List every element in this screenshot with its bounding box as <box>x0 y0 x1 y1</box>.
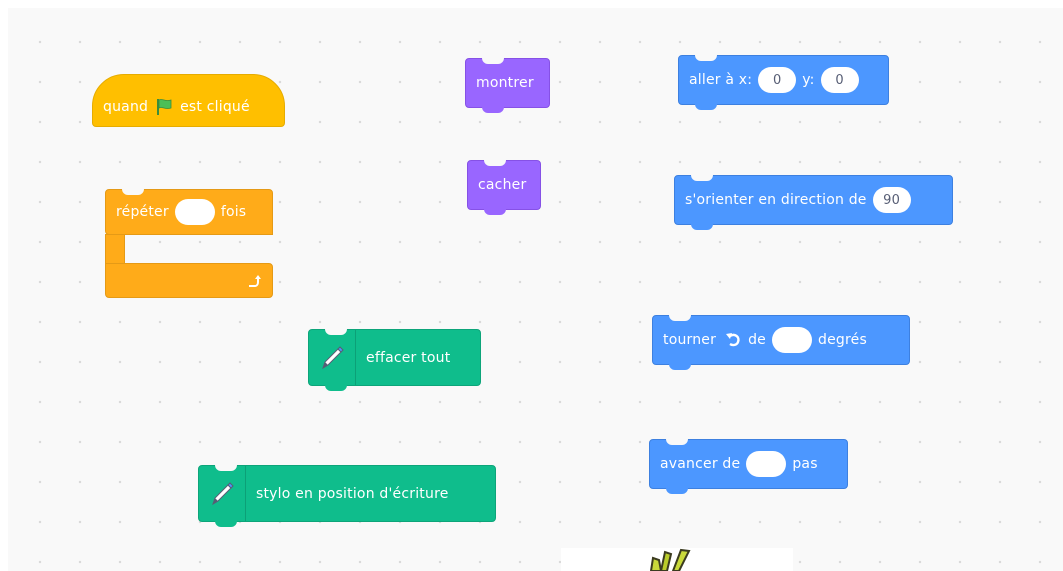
point-direction-label: s'orienter en direction de <box>685 192 867 208</box>
rotate-left-icon <box>724 331 742 349</box>
move-before-label: avancer de <box>660 456 741 472</box>
goto-x-input[interactable]: 0 <box>758 67 797 93</box>
repeat-count-input[interactable] <box>174 199 215 225</box>
pen-down-label: stylo en position d'écriture <box>256 485 449 502</box>
repeat-arrow-icon <box>246 273 262 289</box>
direction-input[interactable]: 90 <box>872 187 911 213</box>
stage-preview <box>561 548 793 571</box>
repeat-after-label: fois <box>220 204 247 220</box>
script-workspace[interactable]: quand est cliqué répéter fois montrer ca… <box>8 8 1063 571</box>
goto-y-label: y: <box>802 72 815 88</box>
turn-degrees-input[interactable] <box>772 327 812 353</box>
when-flag-clicked-block[interactable]: quand est cliqué <box>92 74 285 127</box>
show-block[interactable]: montrer <box>465 58 550 113</box>
repeat-block[interactable]: répéter fois <box>105 189 273 298</box>
goto-x-label: aller à x: <box>689 72 753 88</box>
repeat-block-top[interactable]: répéter fois <box>105 189 273 235</box>
goto-y-input[interactable]: 0 <box>820 67 859 93</box>
erase-all-label: effacer tout <box>366 349 451 366</box>
sprite-icon <box>649 548 691 571</box>
pen-down-block[interactable]: stylo en position d'écriture <box>198 465 496 527</box>
hide-block[interactable]: cacher <box>467 160 541 215</box>
goto-xy-block[interactable]: aller à x: 0 y: 0 <box>678 55 889 110</box>
pen-icon <box>309 330 356 385</box>
hide-label: cacher <box>478 177 527 193</box>
repeat-block-bottom[interactable] <box>105 263 273 298</box>
when-flag-before-label: quand <box>103 98 149 115</box>
show-label: montrer <box>476 75 534 91</box>
green-flag-icon <box>154 97 174 117</box>
turn-before-label: tourner <box>663 332 717 348</box>
erase-all-block[interactable]: effacer tout <box>308 329 481 391</box>
repeat-before-label: répéter <box>116 204 169 220</box>
turn-left-block[interactable]: tourner de degrés <box>652 315 910 370</box>
move-steps-input[interactable] <box>746 451 787 477</box>
when-flag-after-label: est cliqué <box>180 98 250 115</box>
pen-icon <box>199 466 246 521</box>
turn-after-label: degrés <box>818 332 867 348</box>
point-direction-block[interactable]: s'orienter en direction de 90 <box>674 175 953 230</box>
repeat-block-arm <box>105 234 125 266</box>
move-after-label: pas <box>792 456 818 472</box>
move-steps-block[interactable]: avancer de pas <box>649 439 848 494</box>
turn-middle-label: de <box>748 332 766 348</box>
